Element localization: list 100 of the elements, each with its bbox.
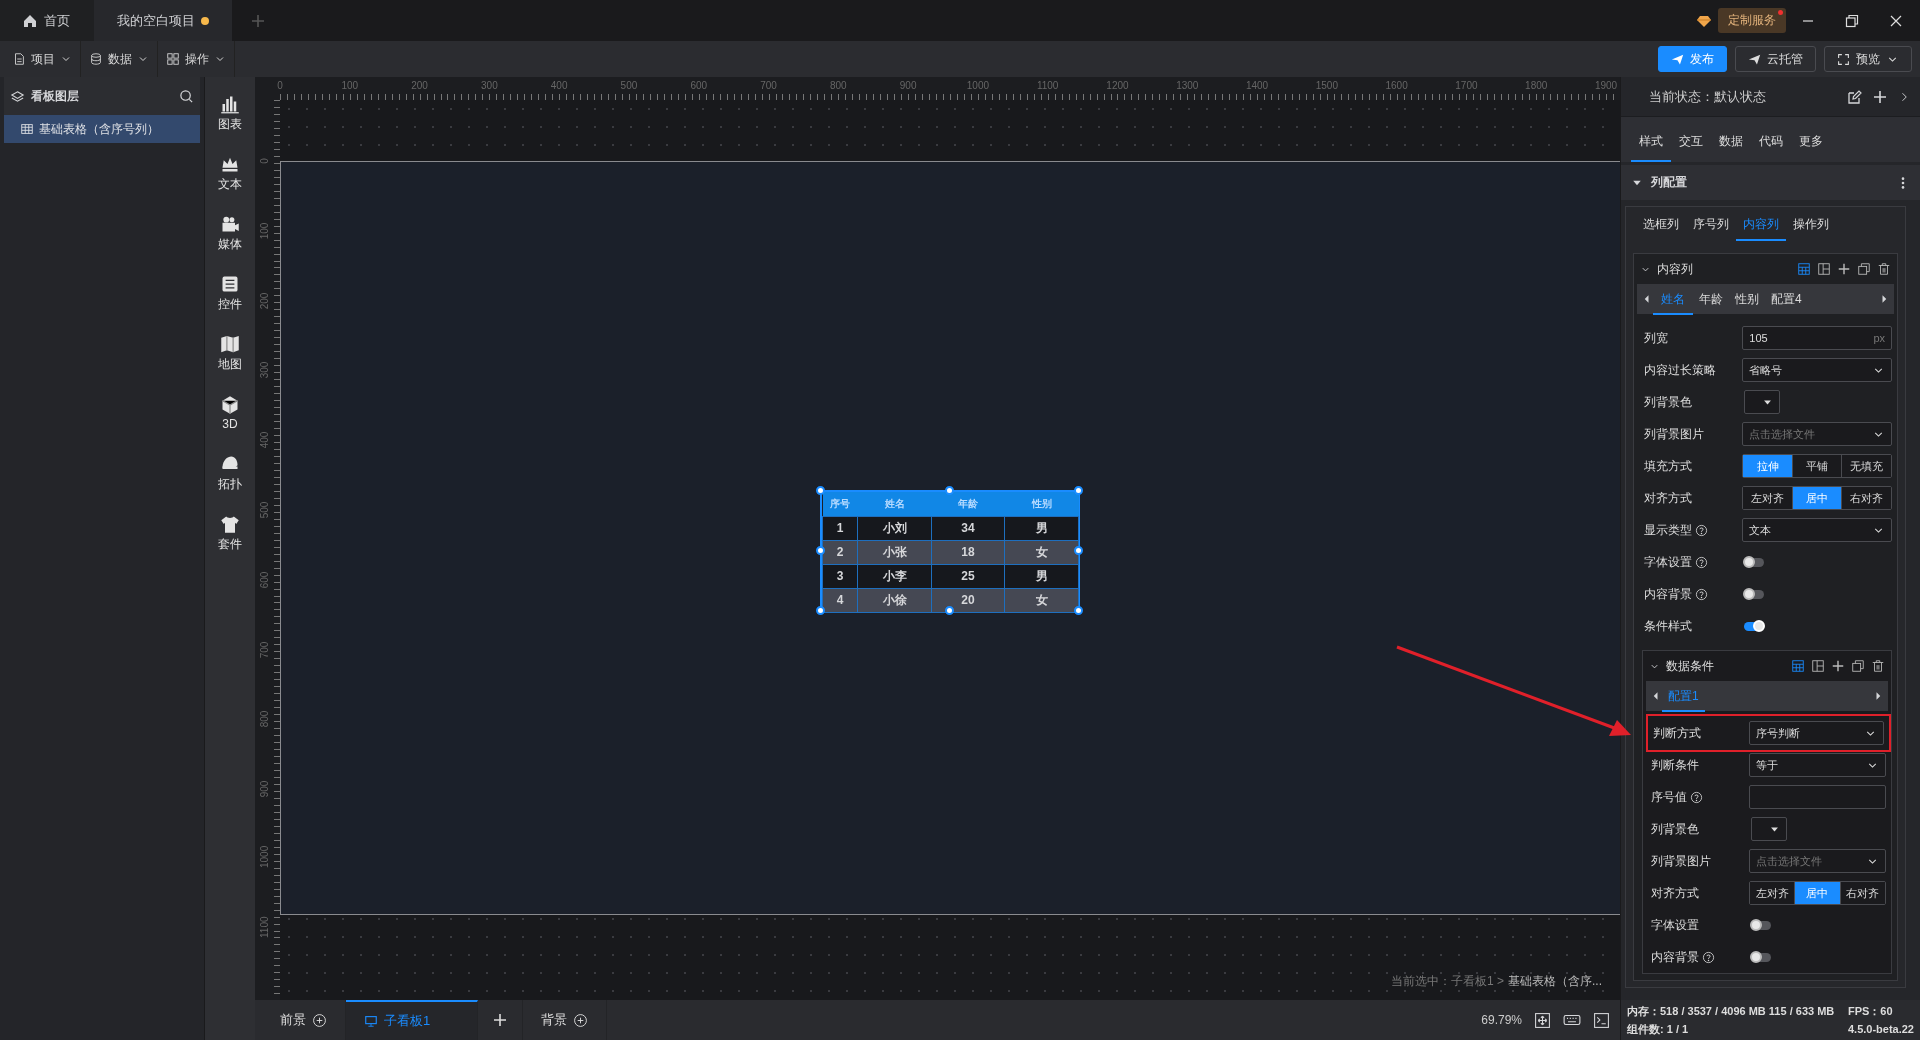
- toggle-switch[interactable]: [1751, 920, 1771, 930]
- segmented-control[interactable]: 左对齐 居中 右对齐: [1742, 486, 1892, 510]
- table-icon[interactable]: [1791, 659, 1805, 673]
- color-picker[interactable]: [1751, 817, 1787, 841]
- ruler-label: 300: [481, 80, 498, 91]
- dropdown[interactable]: 序号判断: [1749, 721, 1884, 745]
- edit-icon[interactable]: [1846, 88, 1862, 105]
- resize-handle[interactable]: [1073, 605, 1083, 615]
- tab[interactable]: 内容列: [1736, 209, 1786, 241]
- tab[interactable]: 数据: [1711, 133, 1751, 162]
- tab[interactable]: 年龄: [1693, 283, 1729, 315]
- text-field[interactable]: 105 px: [1742, 326, 1892, 350]
- component-category[interactable]: 地图: [218, 323, 242, 383]
- tab[interactable]: 操作列: [1786, 209, 1836, 241]
- dropdown[interactable]: 省略号: [1742, 358, 1892, 382]
- text-field[interactable]: [1748, 785, 1886, 809]
- section-title: 列配置: [1651, 174, 1688, 191]
- field-label: 列宽: [1644, 329, 1668, 347]
- dropdown[interactable]: 点击选择文件: [1748, 849, 1886, 873]
- resize-handle[interactable]: [815, 545, 825, 555]
- segment-button[interactable]: 无填充: [1842, 455, 1891, 477]
- color-picker[interactable]: [1744, 390, 1780, 414]
- toggle-switch[interactable]: [1744, 589, 1764, 599]
- segmented-control[interactable]: 拉伸 平铺 无填充: [1742, 454, 1892, 478]
- table-icon[interactable]: [1797, 262, 1811, 276]
- action-button[interactable]: 预览: [1824, 46, 1912, 72]
- dropdown[interactable]: 点击选择文件: [1742, 422, 1892, 446]
- search-icon[interactable]: [179, 88, 194, 104]
- layout-icon[interactable]: [1811, 659, 1825, 673]
- resize-handle[interactable]: [815, 485, 825, 495]
- resize-handle[interactable]: [944, 485, 954, 495]
- help-icon[interactable]: [1695, 555, 1708, 569]
- segment-button[interactable]: 左对齐: [1743, 487, 1793, 509]
- tab[interactable]: 样式: [1631, 133, 1671, 162]
- toggle-switch[interactable]: [1751, 952, 1771, 962]
- component-category[interactable]: 3D: [220, 383, 240, 443]
- tab[interactable]: 性别: [1729, 283, 1765, 315]
- ruler-label: 0: [277, 80, 283, 91]
- breadcrumb-current: 基础表格（含序...: [1508, 973, 1602, 990]
- table-cell: 34: [931, 516, 1005, 540]
- dropdown[interactable]: 文本: [1742, 518, 1892, 542]
- tab[interactable]: 首页: [0, 0, 94, 41]
- fullscreen-icon: [1837, 52, 1850, 66]
- layer-tab[interactable]: 背景: [523, 1000, 607, 1040]
- column-header: 姓名: [857, 492, 932, 516]
- component-category[interactable]: 拓扑: [218, 443, 242, 503]
- dropdown[interactable]: 等于: [1748, 753, 1886, 777]
- resize-handle[interactable]: [944, 605, 954, 615]
- component-category[interactable]: 文本: [218, 143, 242, 203]
- component-category[interactable]: 套件: [218, 503, 242, 563]
- segment-button[interactable]: 左对齐: [1749, 882, 1796, 904]
- toggle-switch[interactable]: [1744, 557, 1764, 567]
- help-icon[interactable]: [1690, 790, 1703, 804]
- action-button[interactable]: 云托管: [1735, 46, 1816, 72]
- plus-icon[interactable]: [1872, 88, 1888, 105]
- help-icon[interactable]: [1695, 523, 1708, 537]
- tab[interactable]: 更多: [1791, 133, 1831, 162]
- plus-icon[interactable]: [1831, 659, 1845, 673]
- paper-plane-icon: [1748, 52, 1761, 66]
- service-button[interactable]: 定制服务: [1718, 8, 1786, 33]
- ruler-label: 100: [341, 80, 359, 91]
- fit-screen-icon[interactable]: [1534, 1011, 1551, 1029]
- table-cell: 1: [822, 516, 858, 540]
- field-label: 列背景色: [1644, 393, 1692, 411]
- component-category[interactable]: 媒体: [218, 203, 242, 263]
- plus-icon: [492, 1012, 508, 1028]
- help-icon[interactable]: [1695, 587, 1708, 601]
- layout-icon[interactable]: [1817, 262, 1831, 276]
- ruler-label: 1000: [966, 80, 989, 91]
- toggle-switch[interactable]: [1744, 621, 1764, 631]
- tab[interactable]: 配置4: [1765, 283, 1808, 315]
- trash-icon[interactable]: [1877, 262, 1891, 276]
- trash-icon[interactable]: [1871, 659, 1885, 673]
- ruler-label: 1500: [1315, 80, 1338, 91]
- plus-icon[interactable]: [1837, 262, 1851, 276]
- terminal-icon[interactable]: [1593, 1011, 1610, 1029]
- table-cell: 小刘: [857, 516, 932, 540]
- board-tab[interactable]: 子看板1: [346, 1000, 478, 1040]
- copy-icon[interactable]: [1857, 262, 1871, 276]
- help-icon[interactable]: [1702, 950, 1715, 964]
- component-category[interactable]: 图表: [218, 83, 242, 143]
- component-category[interactable]: 控件: [218, 263, 242, 323]
- tab[interactable]: 姓名: [1653, 283, 1693, 315]
- tab[interactable]: 选框列: [1636, 209, 1686, 241]
- group-title: 数据条件: [1666, 657, 1715, 675]
- tab[interactable]: 我的空白项目: [94, 0, 232, 41]
- layer-item[interactable]: 基础表格（含序号列）: [4, 115, 200, 143]
- copy-icon[interactable]: [1851, 659, 1865, 673]
- segmented-control[interactable]: 左对齐 居中 右对齐: [1748, 881, 1886, 905]
- restore-icon[interactable]: [1844, 12, 1860, 29]
- resize-handle[interactable]: [1073, 545, 1083, 555]
- tab[interactable]: 交互: [1671, 133, 1711, 162]
- tab[interactable]: 代码: [1751, 133, 1791, 162]
- tab[interactable]: 序号列: [1686, 209, 1736, 241]
- tab[interactable]: 配置1: [1662, 680, 1705, 712]
- segment-button[interactable]: 平铺: [1792, 455, 1843, 477]
- resize-handle[interactable]: [815, 605, 825, 615]
- resize-handle[interactable]: [1073, 485, 1083, 495]
- column-header: 年龄: [931, 492, 1005, 516]
- segment-button[interactable]: 右对齐: [1842, 487, 1891, 509]
